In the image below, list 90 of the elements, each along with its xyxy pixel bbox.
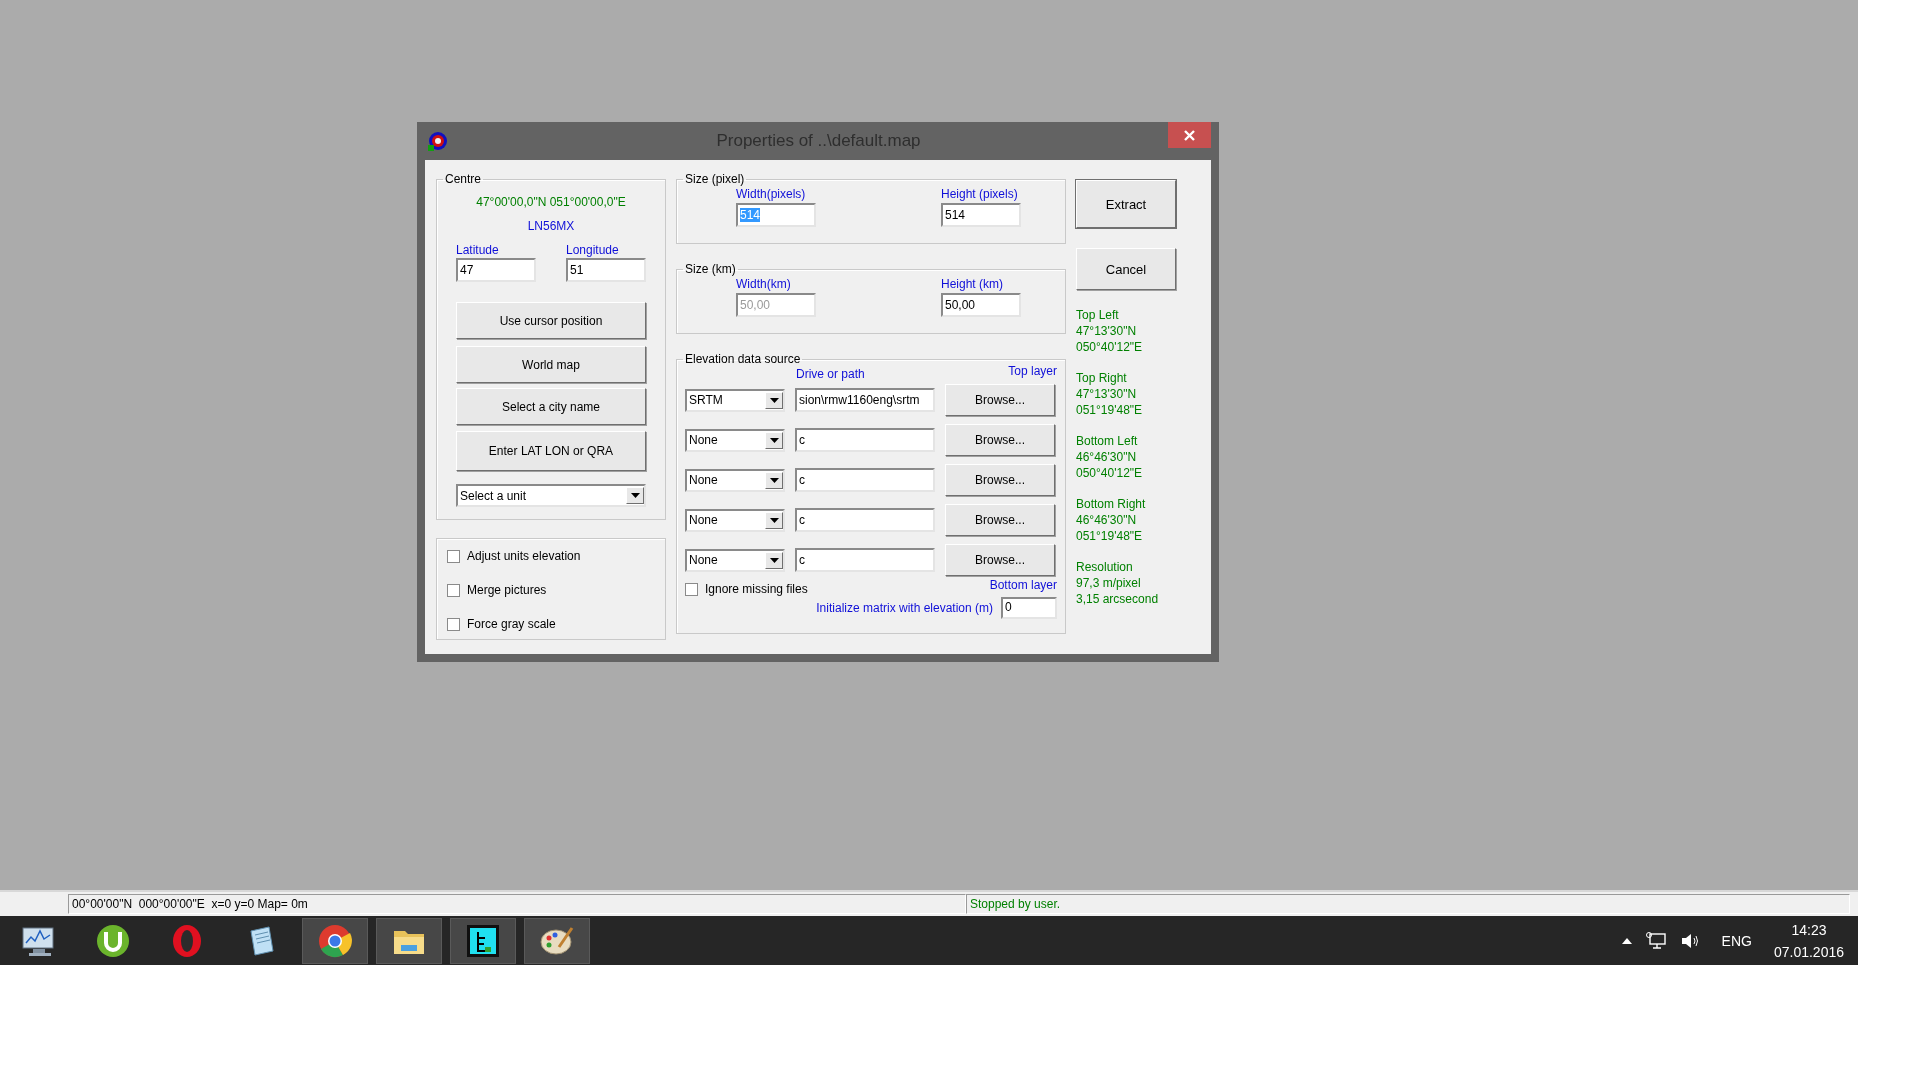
browse-button[interactable]: Browse...	[945, 384, 1055, 416]
unit-dropdown[interactable]: Select a unit	[456, 484, 646, 507]
action-button[interactable]: World map	[456, 346, 646, 383]
map-app-icon	[465, 922, 501, 959]
clock-time[interactable]: 14:23	[1791, 918, 1827, 941]
status-position: 00°00'00"N 000°00'00"E x=0 y=0 Map= 0m	[68, 894, 966, 914]
height-field[interactable]: 514	[941, 203, 1021, 227]
corner-value: 050°40'12"E	[1076, 339, 1144, 355]
browse-button[interactable]: Browse...	[945, 464, 1055, 496]
dialog-button[interactable]: Cancel	[1076, 248, 1176, 290]
bottom-layer-label: Bottom layer	[989, 578, 1057, 592]
group-title: Size (km)	[684, 262, 737, 276]
checkbox[interactable]	[447, 549, 460, 563]
action-button[interactable]: Select a city name	[456, 388, 646, 425]
corner-value: 97,3 m/pixel	[1076, 575, 1142, 591]
dropdown-arrow-icon	[769, 397, 779, 403]
dropdown-arrow-icon	[630, 493, 640, 498]
source-dropdown[interactable]: None	[685, 548, 785, 572]
group-title: Size (pixel)	[684, 172, 746, 186]
corner-value: 051°19'48"E	[1076, 528, 1144, 544]
show-hidden-icons-icon[interactable]	[1621, 937, 1632, 944]
action-button[interactable]: Enter LAT LON or QRA	[456, 431, 646, 471]
volume-icon[interactable]	[1679, 931, 1700, 950]
latitude-field[interactable]: 47	[456, 258, 536, 282]
language-indicator[interactable]: ENG	[1721, 932, 1752, 949]
corner-title: Bottom Right	[1076, 496, 1147, 512]
browse-button[interactable]: Browse...	[945, 504, 1055, 536]
longitude-label: Longitude	[566, 243, 620, 257]
corner-value: 3,15 arcsecond	[1076, 591, 1160, 607]
dialog-button[interactable]: Extract	[1076, 180, 1176, 228]
height-label: Height (pixels)	[941, 187, 1019, 201]
taskbar-app-button[interactable]	[524, 917, 590, 964]
checkbox-label: Merge pictures	[467, 583, 547, 597]
action-button[interactable]: Use cursor position	[456, 302, 646, 339]
height-label: Height (km)	[941, 277, 1004, 291]
dropdown-arrow-icon	[769, 437, 779, 443]
browse-button[interactable]: Browse...	[945, 424, 1055, 456]
app-icon	[428, 131, 448, 151]
corner-value: 051°19'48"E	[1076, 402, 1144, 418]
path-field[interactable]: c	[795, 508, 935, 532]
path-field[interactable]: c	[795, 468, 935, 492]
network-icon[interactable]	[1645, 931, 1666, 950]
top-layer-label: Top layer	[1008, 364, 1057, 378]
close-button[interactable]	[1168, 122, 1211, 148]
height-field[interactable]: 50,00	[941, 293, 1021, 317]
longitude-field[interactable]: 51	[566, 258, 646, 282]
round-browser-icon	[317, 922, 353, 959]
width-label: Width(pixels)	[736, 187, 807, 201]
corner-value: 46°46'30"N	[1076, 449, 1138, 465]
dropdown-arrow-icon	[769, 517, 779, 523]
source-dropdown[interactable]: None	[685, 428, 785, 452]
close-icon	[1184, 129, 1195, 141]
group-title: Elevation data source	[684, 352, 802, 366]
source-dropdown[interactable]: None	[685, 468, 785, 492]
init-elevation-field[interactable]: 0	[1001, 597, 1057, 619]
dropdown-arrow-icon	[769, 557, 779, 563]
width-label: Width(km)	[736, 277, 792, 291]
checkbox-label: Adjust units elevation	[467, 549, 581, 563]
init-elevation-label: Initialize matrix with elevation (m)	[816, 601, 993, 615]
taskbar-app-button[interactable]	[450, 917, 516, 964]
corner-value: 47°13'30"N	[1076, 386, 1138, 402]
path-field[interactable]: sion\rmw1160eng\srtm	[795, 388, 935, 412]
taskbar-app-button[interactable]	[376, 917, 442, 964]
checkbox-label: Ignore missing files	[705, 582, 808, 596]
taskbar-app-button[interactable]	[302, 917, 368, 964]
checkbox[interactable]	[685, 582, 698, 596]
path-field[interactable]: c	[795, 428, 935, 452]
locator-code: LN56MX	[527, 219, 575, 233]
checkbox[interactable]	[447, 617, 460, 631]
corner-title: Resolution	[1076, 559, 1134, 575]
path-field[interactable]: c	[795, 548, 935, 572]
corner-value: 46°46'30"N	[1076, 512, 1138, 528]
corner-title: Bottom Left	[1076, 433, 1139, 449]
source-dropdown[interactable]: SRTM	[685, 388, 785, 412]
latitude-label: Latitude	[456, 243, 500, 257]
clock-date[interactable]: 07.01.2016	[1773, 940, 1844, 963]
corner-title: Top Right	[1076, 370, 1128, 386]
status-message: Stopped by user.	[966, 894, 1850, 914]
torrent-icon	[95, 922, 131, 959]
group-title: Centre	[444, 172, 483, 186]
browse-button[interactable]: Browse...	[945, 544, 1055, 576]
column-header: Drive or path	[796, 367, 865, 381]
source-dropdown[interactable]: None	[685, 508, 785, 532]
corner-value: 050°40'12"E	[1076, 465, 1144, 481]
corner-value: 47°13'30"N	[1076, 323, 1138, 339]
checkbox[interactable]	[447, 583, 460, 597]
dropdown-arrow-icon	[769, 477, 779, 483]
corner-title: Top Left	[1076, 307, 1120, 323]
centre-coordinates: 47°00'00,0"N 051°00'00,0"E	[476, 195, 626, 209]
checkbox-label: Force gray scale	[467, 617, 556, 631]
